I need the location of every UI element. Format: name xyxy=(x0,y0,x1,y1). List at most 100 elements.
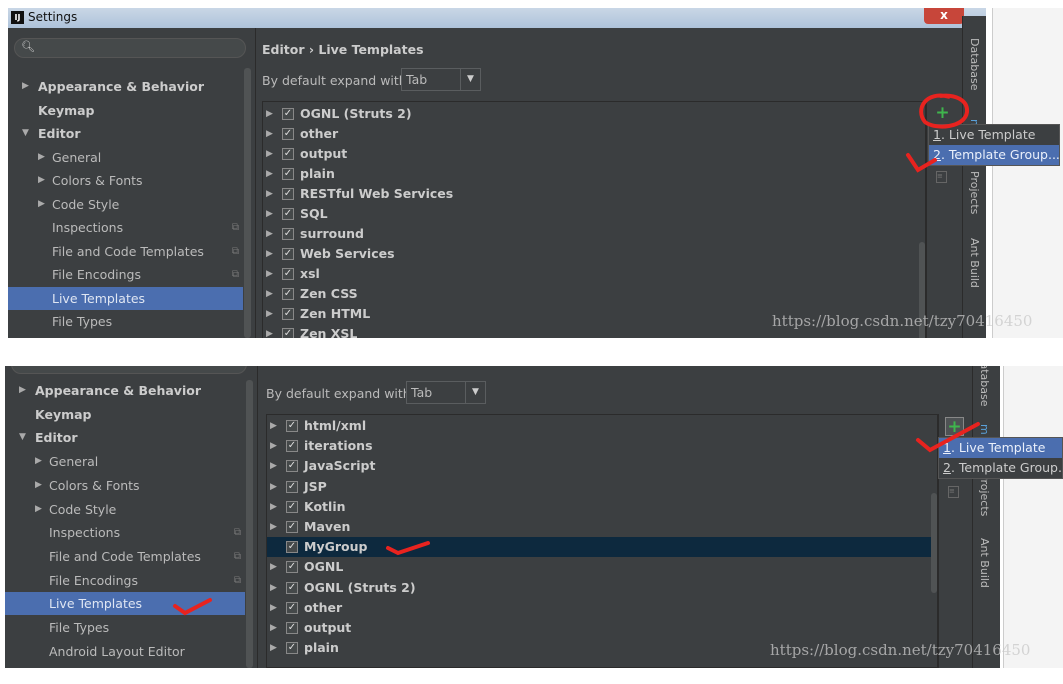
chevron-right-icon[interactable]: ▶ xyxy=(270,638,277,658)
chevron-right-icon[interactable]: ▶ xyxy=(266,264,273,284)
expand-with-select[interactable]: Tab ▼ xyxy=(401,68,481,91)
search-input[interactable] xyxy=(11,366,247,374)
template-group-row[interactable]: ▶ ✓ surround xyxy=(263,224,925,244)
template-group-row[interactable]: ▶ ✓ JavaScript xyxy=(267,456,937,476)
group-checkbox[interactable]: ✓ xyxy=(282,128,294,140)
template-group-row[interactable]: ▶ ✓ output xyxy=(267,618,937,638)
chevron-right-icon[interactable]: ▶ xyxy=(270,436,277,456)
chevron-down-icon[interactable]: ▼ xyxy=(22,122,29,145)
sidebar-item[interactable]: Keymap xyxy=(5,403,245,426)
template-group-row[interactable]: ▶ ✓ plain xyxy=(263,164,925,184)
sidebar-item[interactable]: Live Templates xyxy=(5,592,245,616)
sidebar-item[interactable]: File and Code Templates ⧉ xyxy=(8,240,243,263)
sidebar-item[interactable]: File Types xyxy=(5,616,245,639)
template-group-row[interactable]: ▶ ✓ html/xml xyxy=(267,416,937,436)
chevron-right-icon[interactable]: ▶ xyxy=(266,244,273,264)
chevron-right-icon[interactable]: ▶ xyxy=(35,450,42,473)
chevron-right-icon[interactable]: ▶ xyxy=(35,498,42,521)
chevron-right-icon[interactable]: ▶ xyxy=(38,193,45,216)
tool-database[interactable]: Database xyxy=(978,366,991,407)
sidebar-item[interactable]: File Encodings ⧉ xyxy=(5,569,245,592)
group-checkbox[interactable]: ✓ xyxy=(282,248,294,260)
group-checkbox[interactable]: ✓ xyxy=(286,460,298,473)
group-checkbox[interactable]: ✓ xyxy=(282,148,294,160)
template-group-row[interactable]: ▶ ✓ output xyxy=(263,144,925,164)
template-group-row[interactable]: ▶ ✓ Web Services xyxy=(263,244,925,264)
sidebar-item[interactable]: ▼ Editor xyxy=(8,122,243,145)
chevron-right-icon[interactable]: ▶ xyxy=(266,124,273,144)
tool-ant-build[interactable]: Ant Build xyxy=(978,538,991,588)
group-checkbox[interactable]: ✓ xyxy=(282,268,294,280)
template-group-row[interactable]: ▶ ✓ OGNL (Struts 2) xyxy=(263,104,925,124)
chevron-right-icon[interactable]: ▶ xyxy=(35,474,42,497)
tool-projects[interactable]: Projects xyxy=(978,473,991,516)
chevron-right-icon[interactable]: ▶ xyxy=(270,497,277,517)
sidebar-item[interactable]: Live Templates xyxy=(8,286,243,310)
template-group-row[interactable]: ▶ ✓ OGNL xyxy=(267,557,937,577)
tool-ant-build[interactable]: Ant Build xyxy=(968,238,981,288)
sidebar-item[interactable]: ▶ Appearance & Behavior xyxy=(8,75,243,98)
chevron-down-icon[interactable]: ▼ xyxy=(19,426,26,449)
template-group-row[interactable]: ▶ ✓ Kotlin xyxy=(267,497,937,517)
group-checkbox[interactable]: ✓ xyxy=(286,581,298,594)
chevron-right-icon[interactable]: ▶ xyxy=(38,169,45,192)
group-checkbox[interactable]: ✓ xyxy=(286,500,298,513)
group-checkbox[interactable]: ✓ xyxy=(282,288,294,300)
chevron-right-icon[interactable]: ▶ xyxy=(270,416,277,436)
chevron-right-icon[interactable]: ▶ xyxy=(266,104,273,124)
group-checkbox[interactable]: ✓ xyxy=(282,308,294,320)
template-group-row[interactable]: ▶ ✓ Maven xyxy=(267,517,937,537)
chevron-right-icon[interactable]: ▶ xyxy=(266,204,273,224)
sidebar-item[interactable]: File Types xyxy=(8,310,243,333)
template-group-row[interactable]: ▶ ✓ other xyxy=(263,124,925,144)
template-group-row[interactable]: ▶ ✓ xsl xyxy=(263,264,925,284)
sidebar-item[interactable]: ▶ General xyxy=(8,146,243,169)
group-checkbox[interactable]: ✓ xyxy=(282,168,294,180)
sidebar-item[interactable]: File and Code Templates ⧉ xyxy=(5,545,245,568)
group-checkbox[interactable]: ✓ xyxy=(282,188,294,200)
popup-item[interactable]: 2. Template Group... xyxy=(939,458,1063,478)
sidebar-item[interactable]: ▶ Appearance & Behavior xyxy=(5,379,245,402)
chevron-right-icon[interactable]: ▶ xyxy=(38,146,45,169)
group-checkbox[interactable]: ✓ xyxy=(282,328,294,338)
group-checkbox[interactable]: ✓ xyxy=(286,480,298,493)
chevron-right-icon[interactable]: ▶ xyxy=(270,578,277,598)
template-group-row[interactable]: ▶ ✓ iterations xyxy=(267,436,937,456)
sidebar-scrollbar[interactable] xyxy=(244,68,251,338)
sidebar-item[interactable]: ▶ Colors & Fonts xyxy=(5,474,245,497)
chevron-right-icon[interactable]: ▶ xyxy=(266,144,273,164)
chevron-right-icon[interactable]: ▶ xyxy=(270,456,277,476)
sidebar-item[interactable]: ▶ Colors & Fonts xyxy=(8,169,243,192)
sidebar-item[interactable]: ▶ Code Style xyxy=(8,193,243,216)
tree-scrollbar[interactable] xyxy=(931,493,937,593)
expand-with-select[interactable]: Tab ▼ xyxy=(406,381,486,404)
chevron-right-icon[interactable]: ▶ xyxy=(266,284,273,304)
chevron-right-icon[interactable]: ▶ xyxy=(270,477,277,497)
group-checkbox[interactable]: ✓ xyxy=(286,561,298,574)
chevron-right-icon[interactable]: ▶ xyxy=(266,164,273,184)
sidebar-item[interactable]: ▶ General xyxy=(5,450,245,473)
popup-item[interactable]: 1. Live Template xyxy=(939,438,1062,458)
chevron-right-icon[interactable]: ▶ xyxy=(266,324,273,338)
chevron-right-icon[interactable]: ▶ xyxy=(19,379,26,402)
group-checkbox[interactable]: ✓ xyxy=(286,622,298,634)
sidebar-item[interactable]: Keymap xyxy=(8,99,243,122)
group-checkbox[interactable]: ✓ xyxy=(286,642,298,655)
template-group-row[interactable]: ▶ ✓ JSP xyxy=(267,477,937,497)
sidebar-item[interactable]: Inspections ⧉ xyxy=(5,521,245,544)
group-checkbox[interactable]: ✓ xyxy=(286,541,298,554)
template-group-row[interactable]: ▶ ✓ SQL xyxy=(263,204,925,224)
chevron-right-icon[interactable]: ▶ xyxy=(270,517,277,537)
group-checkbox[interactable]: ✓ xyxy=(282,108,294,120)
sidebar-item[interactable]: ▶ Code Style xyxy=(5,498,245,521)
tool-projects[interactable]: Projects xyxy=(968,171,981,214)
chevron-right-icon[interactable]: ▶ xyxy=(270,557,277,577)
template-group-row[interactable]: ▶ ✓ OGNL (Struts 2) xyxy=(267,578,937,598)
tool-maven[interactable]: m xyxy=(978,424,991,435)
sidebar-item[interactable]: Android Layout Editor xyxy=(8,334,243,339)
template-group-row[interactable]: ✓ MyGroup xyxy=(267,537,937,558)
search-input[interactable]: 🔍︎ xyxy=(14,38,246,58)
sidebar-item[interactable]: File Encodings ⧉ xyxy=(8,263,243,286)
group-checkbox[interactable]: ✓ xyxy=(282,228,294,240)
chevron-right-icon[interactable]: ▶ xyxy=(270,598,277,618)
